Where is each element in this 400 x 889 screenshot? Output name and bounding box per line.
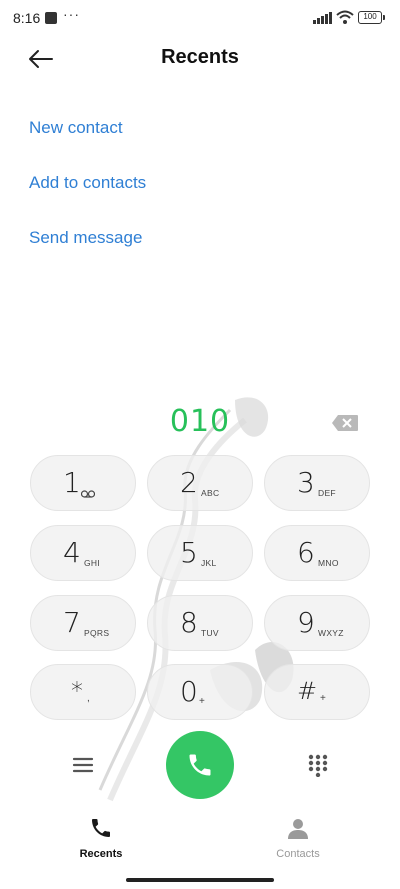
key-digit: 6 xyxy=(297,536,315,569)
tab-contacts[interactable]: Contacts xyxy=(238,816,358,860)
more-notifications-icon: ··· xyxy=(63,6,80,22)
voicemail-icon xyxy=(81,490,95,498)
key-letters: DEF xyxy=(318,488,336,498)
key-letters: JKL xyxy=(201,558,217,568)
call-button[interactable] xyxy=(166,731,234,799)
key-digit: # xyxy=(297,677,318,705)
key-digit: 4 xyxy=(63,536,81,569)
tab-label: Recents xyxy=(79,848,123,860)
key-digit: 7 xyxy=(63,606,81,639)
menu-icon[interactable] xyxy=(71,753,95,777)
key-digit: * xyxy=(71,677,83,705)
key-2[interactable]: 2 ABC xyxy=(147,455,253,511)
key-letters: MNO xyxy=(318,558,339,568)
key-letters: ABC xyxy=(201,488,220,498)
add-to-contacts-link[interactable]: Add to contacts xyxy=(29,173,146,193)
key-digit: 0 xyxy=(180,675,198,708)
status-time: 8:16 xyxy=(13,10,41,26)
key-letters: TUV xyxy=(201,628,219,638)
key-6[interactable]: 6 MNO xyxy=(264,525,370,581)
key-hash[interactable]: # + xyxy=(264,664,370,720)
key-digit: 2 xyxy=(180,466,198,499)
key-star[interactable]: * , xyxy=(30,664,136,720)
phone-icon xyxy=(189,754,211,776)
key-letters: , xyxy=(87,693,90,704)
home-indicator[interactable] xyxy=(126,878,274,882)
key-3[interactable]: 3 DEF xyxy=(264,455,370,511)
key-digit: 1 xyxy=(63,466,81,499)
key-5[interactable]: 5 JKL xyxy=(147,525,253,581)
key-9[interactable]: 9 WXYZ xyxy=(264,595,370,651)
battery-icon: 100 xyxy=(358,11,385,24)
notification-icon xyxy=(45,12,57,24)
signal-icon xyxy=(313,12,332,24)
page-title: Recents xyxy=(161,46,239,68)
key-digit: 3 xyxy=(297,466,315,499)
key-letters: PQRS xyxy=(84,628,110,638)
key-1[interactable]: 1 xyxy=(30,455,136,511)
key-letters: WXYZ xyxy=(318,628,344,638)
backspace-icon[interactable] xyxy=(331,414,359,432)
key-digit: 9 xyxy=(297,606,315,639)
new-contact-link[interactable]: New contact xyxy=(29,118,123,138)
wifi-icon xyxy=(336,10,354,24)
key-letters: GHI xyxy=(84,558,101,568)
key-digit: 8 xyxy=(180,606,198,639)
phone-icon xyxy=(92,819,110,837)
send-message-link[interactable]: Send message xyxy=(29,228,142,248)
key-4[interactable]: 4 GHI xyxy=(30,525,136,581)
key-digit: 5 xyxy=(180,536,198,569)
key-7[interactable]: 7 PQRS xyxy=(30,595,136,651)
status-bar: 8:16 ··· 100 xyxy=(0,0,400,36)
tab-recents[interactable]: Recents xyxy=(41,816,161,860)
dialpad-icon[interactable] xyxy=(306,753,330,777)
key-letters: + xyxy=(320,693,326,704)
key-letters: + xyxy=(199,696,205,707)
key-0[interactable]: 0 + xyxy=(147,664,253,720)
person-icon xyxy=(288,819,308,839)
key-8[interactable]: 8 TUV xyxy=(147,595,253,651)
tab-label: Contacts xyxy=(276,848,320,860)
